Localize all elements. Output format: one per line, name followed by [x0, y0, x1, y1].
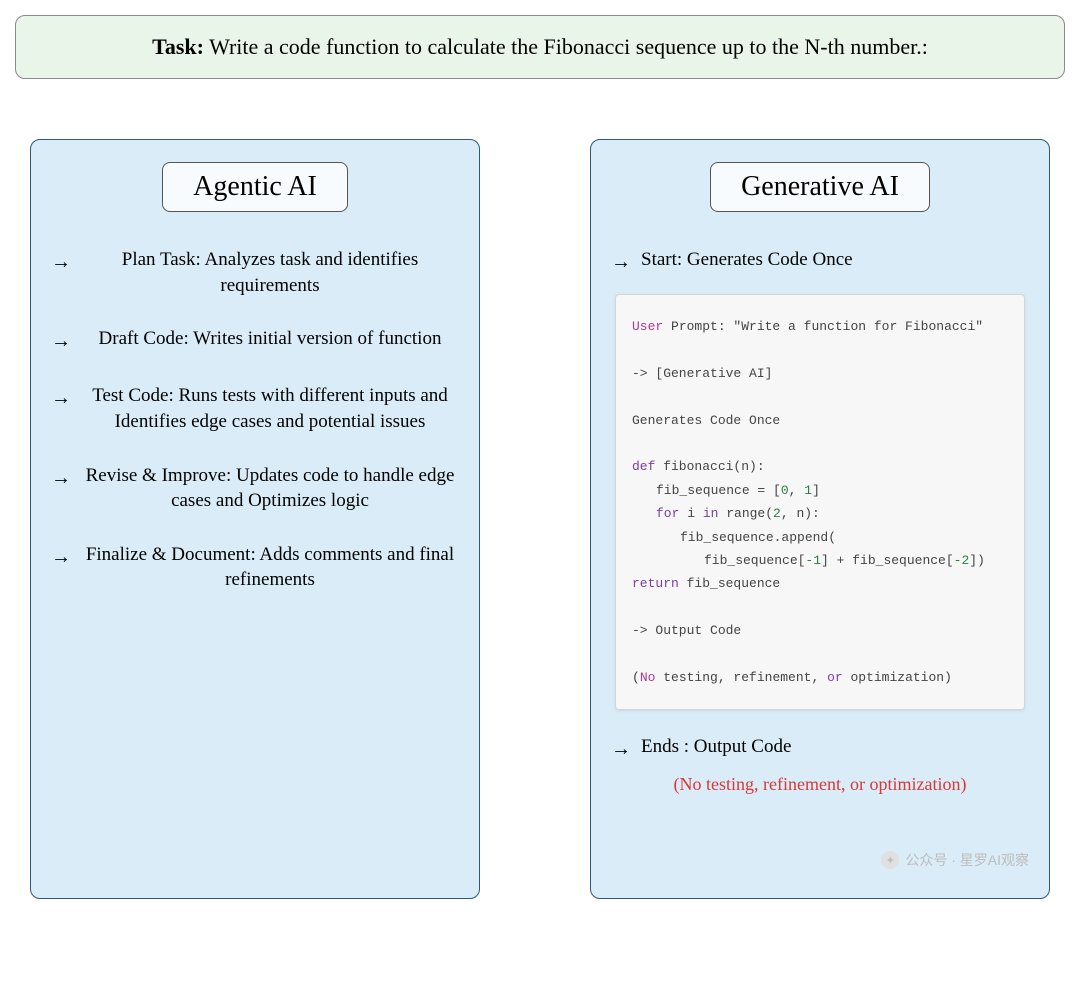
arrow-icon: → [51, 385, 71, 412]
code-line: Generates Code Once [632, 409, 1008, 432]
generative-start: → Start: Generates Code Once [611, 247, 1029, 276]
arrow-icon: → [51, 465, 71, 492]
step-text: Revise & Improve: Updates code to handle… [81, 463, 459, 514]
ends-text: Ends : Output Code [641, 734, 1029, 760]
agentic-step: → Draft Code: Writes initial version of … [51, 326, 459, 355]
arrow-icon: → [51, 328, 71, 355]
generative-ends: → Ends : Output Code [611, 734, 1029, 763]
agentic-step: → Plan Task: Analyzes task and identifie… [51, 247, 459, 298]
arrow-icon: → [611, 249, 631, 276]
cards-row: Agentic AI → Plan Task: Analyzes task an… [15, 139, 1065, 899]
code-line: -> [Generative AI] [632, 362, 1008, 385]
generative-note: (No testing, refinement, or optimization… [611, 773, 1029, 796]
task-text: Write a code function to calculate the F… [209, 34, 928, 59]
step-text: Test Code: Runs tests with different inp… [81, 383, 459, 434]
code-line: -> Output Code [632, 619, 1008, 642]
generative-card: Generative AI → Start: Generates Code On… [590, 139, 1050, 899]
step-text: Plan Task: Analyzes task and identifies … [81, 247, 459, 298]
watermark: ✦ 公众号 · 星罗AI观察 [881, 850, 1029, 870]
code-line: fib_sequence[-1] + fib_sequence[-2]) [632, 549, 1008, 572]
agentic-title: Agentic AI [162, 162, 348, 212]
code-line: return fib_sequence [632, 572, 1008, 595]
agentic-step: → Revise & Improve: Updates code to hand… [51, 463, 459, 514]
wechat-icon: ✦ [881, 851, 899, 869]
code-line: fib_sequence.append( [632, 526, 1008, 549]
generative-title: Generative AI [710, 162, 930, 212]
code-line: (No testing, refinement, or optimization… [632, 666, 1008, 689]
step-text: Draft Code: Writes initial version of fu… [81, 326, 459, 352]
step-text: Finalize & Document: Adds comments and f… [81, 542, 459, 593]
code-line: for i in range(2, n): [632, 502, 1008, 525]
agentic-step: → Test Code: Runs tests with different i… [51, 383, 459, 434]
code-line: fib_sequence = [0, 1] [632, 479, 1008, 502]
code-box: User Prompt: "Write a function for Fibon… [615, 294, 1025, 710]
watermark-text: 公众号 · 星罗AI观察 [905, 850, 1029, 870]
agentic-step: → Finalize & Document: Adds comments and… [51, 542, 459, 593]
code-line: User Prompt: "Write a function for Fibon… [632, 315, 1008, 338]
arrow-icon: → [611, 736, 631, 763]
arrow-icon: → [51, 544, 71, 571]
code-line: def fibonacci(n): [632, 455, 1008, 478]
arrow-icon: → [51, 249, 71, 276]
agentic-card: Agentic AI → Plan Task: Analyzes task an… [30, 139, 480, 899]
task-label: Task: [152, 34, 204, 59]
start-text: Start: Generates Code Once [641, 247, 1029, 273]
task-box: Task: Write a code function to calculate… [15, 15, 1065, 79]
